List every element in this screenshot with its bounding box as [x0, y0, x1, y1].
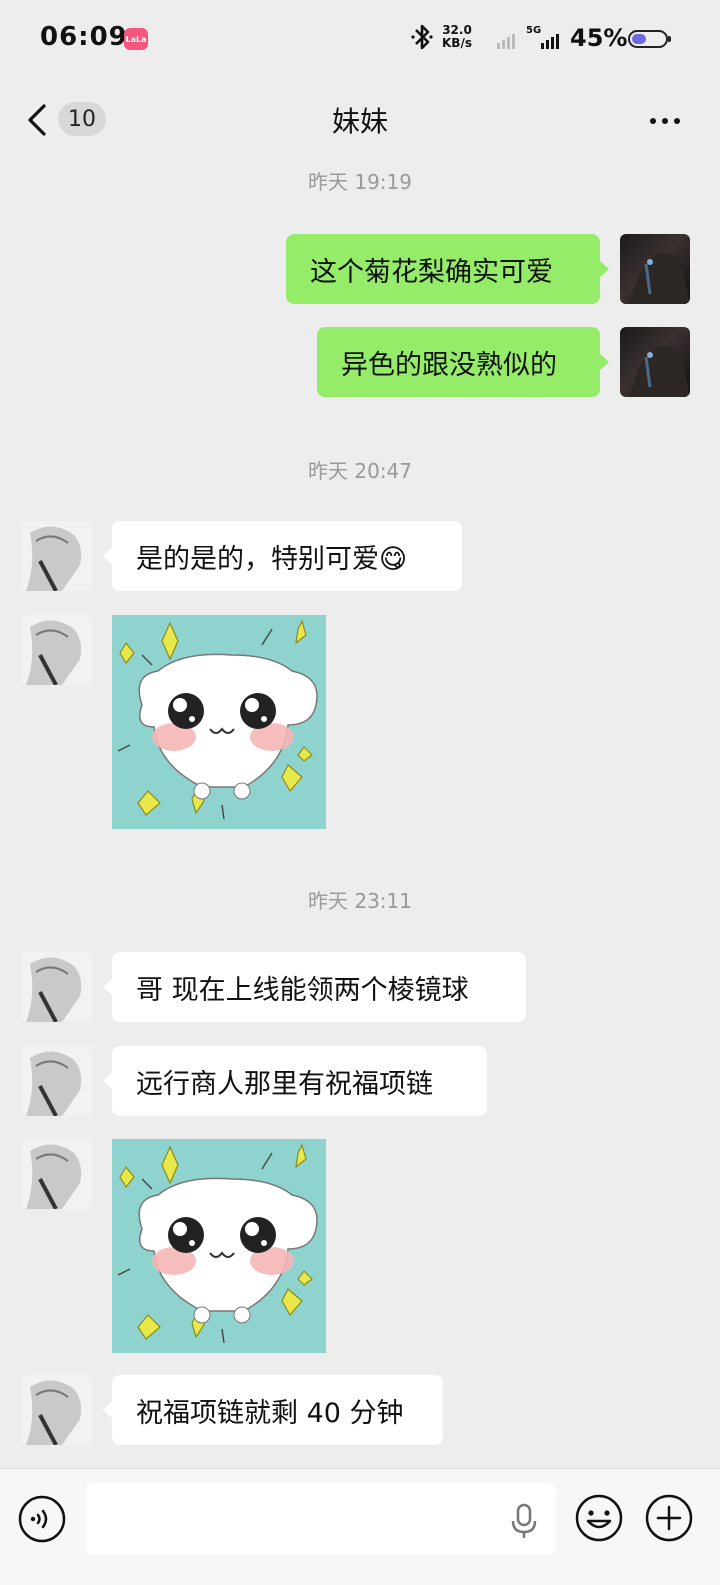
add-more-icon[interactable] — [644, 1493, 694, 1543]
message-bubble-outgoing[interactable]: 异色的跟没熟似的 — [317, 327, 609, 397]
message-input[interactable] — [86, 1483, 556, 1555]
status-bar: 06:09 LaLa 32.0 KB/s 5G 45% — [0, 0, 720, 80]
timestamp: 昨天 20:47 — [308, 459, 412, 483]
chat-title: 妹妹 — [331, 105, 388, 138]
signal-sim1-icon — [497, 34, 515, 49]
my-avatar[interactable] — [620, 327, 690, 397]
chat-header: 10 妹妹 — [0, 80, 720, 160]
bluetooth-icon — [411, 24, 433, 50]
battery-cap — [668, 36, 671, 42]
timestamp: 昨天 19:19 — [308, 170, 412, 194]
contact-avatar[interactable] — [22, 1046, 92, 1116]
more-options-icon[interactable] — [640, 104, 690, 138]
battery-percentage: 45% — [570, 24, 628, 52]
signal-sim2-icon — [541, 34, 559, 49]
chat-input-bar — [0, 1468, 720, 1585]
microphone-icon[interactable] — [508, 1501, 540, 1541]
message-bubble-incoming[interactable]: 祝福项链就剩 40 分钟 — [103, 1375, 443, 1445]
network-speed-unit: KB/s — [442, 36, 472, 50]
message-bubble-incoming[interactable]: 哥 现在上线能领两个棱镜球 — [103, 952, 526, 1022]
status-time: 06:09 — [40, 22, 128, 52]
puppy-sticker[interactable] — [112, 1139, 326, 1353]
message-bubble-incoming[interactable]: 远行商人那里有祝福项链 — [103, 1046, 487, 1116]
emoji-icon[interactable] — [574, 1493, 624, 1543]
timestamp: 昨天 23:11 — [308, 889, 412, 913]
network-speed: 32.0 KB/s — [442, 24, 472, 50]
my-avatar[interactable] — [620, 234, 690, 304]
contact-avatar[interactable] — [22, 952, 92, 1022]
battery-level-fill — [632, 34, 646, 44]
puppy-sticker[interactable] — [112, 615, 326, 829]
message-bubble-outgoing[interactable]: 这个菊花梨确实可爱 — [286, 234, 609, 304]
contact-avatar[interactable] — [22, 1139, 92, 1209]
message-bubble-incoming[interactable]: 是的是的，特别可爱😋 — [103, 521, 462, 591]
contact-avatar[interactable] — [22, 615, 92, 685]
voice-input-icon[interactable] — [18, 1495, 66, 1543]
contact-avatar[interactable] — [22, 521, 92, 591]
battery-icon — [628, 30, 671, 48]
app-notification-icon: LaLa — [124, 28, 148, 50]
contact-avatar[interactable] — [22, 1375, 92, 1445]
